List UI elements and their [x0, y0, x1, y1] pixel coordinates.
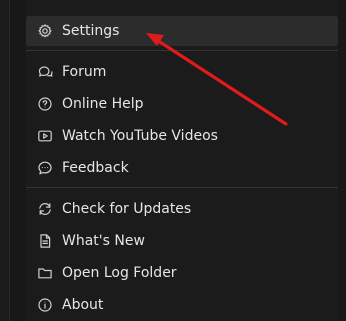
menu-item-label: Forum: [62, 64, 107, 80]
menu-item-online-help[interactable]: Online Help: [26, 89, 338, 119]
menu-item-label: Open Log Folder: [62, 265, 177, 281]
document-icon: [37, 233, 53, 249]
chat-icon: [37, 64, 53, 80]
dropdown-menu: Settings Forum Online Help Watch YouTube…: [26, 0, 338, 321]
menu-item-about[interactable]: About: [26, 290, 338, 320]
feedback-bubble-icon: [37, 160, 53, 176]
menu-divider: [26, 50, 338, 51]
refresh-icon: [37, 201, 53, 217]
menu-item-check-for-updates[interactable]: Check for Updates: [26, 194, 338, 224]
menu-item-feedback[interactable]: Feedback: [26, 153, 338, 183]
menu-item-forum[interactable]: Forum: [26, 57, 338, 87]
video-play-icon: [37, 128, 53, 144]
left-rail: [0, 0, 10, 321]
menu-item-label: About: [62, 297, 104, 313]
menu-divider: [26, 187, 338, 188]
help-circle-icon: [37, 96, 53, 112]
menu-item-label: Feedback: [62, 160, 129, 176]
info-icon: [37, 297, 53, 313]
menu-item-label: Watch YouTube Videos: [62, 128, 218, 144]
menu-item-watch-youtube-videos[interactable]: Watch YouTube Videos: [26, 121, 338, 151]
menu-item-label: Settings: [62, 23, 120, 39]
menu-item-settings[interactable]: Settings: [26, 16, 338, 46]
folder-icon: [37, 265, 53, 281]
menu-item-whats-new[interactable]: What's New: [26, 226, 338, 256]
menu-item-label: Online Help: [62, 96, 144, 112]
app-window: Settings Forum Online Help Watch YouTube…: [0, 0, 346, 321]
menu-item-label: What's New: [62, 233, 145, 249]
menu-item-open-log-folder[interactable]: Open Log Folder: [26, 258, 338, 288]
menu-item-label: Check for Updates: [62, 201, 192, 217]
gear-icon: [37, 23, 53, 39]
